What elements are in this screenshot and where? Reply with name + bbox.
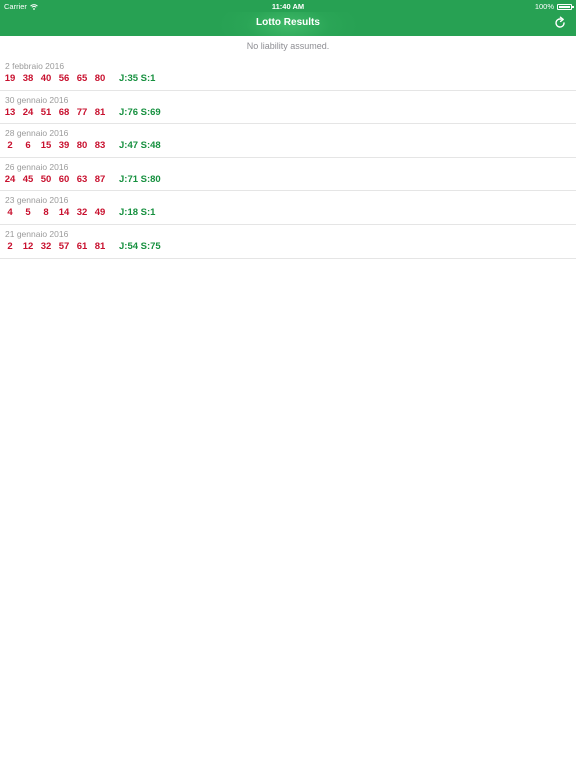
jolly-superstar: J:35 S:1: [119, 73, 156, 84]
draw-date: 26 gennaio 2016: [5, 161, 69, 172]
refresh-button[interactable]: [553, 16, 567, 30]
drawn-number: 49: [94, 207, 106, 219]
nav-bar: Lotto Results: [0, 12, 576, 36]
drawn-number: 32: [76, 207, 88, 219]
drawn-number: 45: [22, 173, 34, 185]
result-row[interactable]: 30 gennaio 2016 13 24 51 68 77 81 J:76 S:69: [0, 91, 576, 125]
drawn-number: 24: [22, 106, 34, 118]
drawn-number: 4: [7, 207, 13, 219]
result-row[interactable]: 23 gennaio 2016 4 5 8 14 32 49 J:18 S:1: [0, 191, 576, 225]
battery-label: 100%: [534, 2, 554, 11]
result-row[interactable]: 28 gennaio 2016 2 6 15 39 80 83 J:47 S:48: [0, 124, 576, 158]
result-row[interactable]: 21 gennaio 2016 2 12 32 57 61 81 J:54 S:75: [0, 225, 576, 259]
drawn-number: 83: [94, 140, 106, 152]
draw-date: 30 gennaio 2016: [5, 94, 69, 105]
drawn-number: 61: [76, 240, 88, 252]
drawn-number: 68: [58, 106, 70, 118]
drawn-number: 13: [4, 106, 16, 118]
drawn-number: 50: [40, 173, 52, 185]
refresh-icon: [555, 16, 565, 28]
draw-date: 21 gennaio 2016: [5, 228, 69, 239]
drawn-number: 56: [58, 73, 70, 84]
battery-indicator: 100%: [534, 2, 574, 11]
jolly-superstar: J:18 S:1: [119, 207, 156, 219]
drawn-number: 40: [40, 73, 52, 84]
jolly-superstar: J:71 S:80: [119, 173, 161, 185]
drawn-number: 24: [4, 173, 16, 185]
drawn-number: 57: [58, 240, 70, 252]
drawn-number: 81: [94, 106, 106, 118]
drawn-number: 80: [94, 73, 106, 84]
drawn-number: 63: [76, 173, 88, 185]
jolly-superstar: J:76 S:69: [119, 106, 161, 118]
drawn-number: 2: [7, 140, 13, 152]
page-title: Lotto Results: [256, 17, 320, 28]
jolly-superstar: J:47 S:48: [119, 140, 161, 152]
status-bar: Carrier 11:40 AM 100%: [0, 0, 576, 12]
drawn-number: 19: [4, 73, 16, 84]
drawn-number: 2: [7, 240, 13, 252]
drawn-number: 8: [43, 207, 49, 219]
drawn-number: 39: [58, 140, 70, 152]
results-list: 2 febbraio 2016 19 38 40 56 65 80 J:35 S:1 30 ge…: [0, 57, 576, 259]
draw-date: 23 gennaio 2016: [5, 195, 69, 206]
battery-icon: [557, 3, 574, 10]
drawn-number: 12: [22, 240, 34, 252]
drawn-number: 6: [25, 140, 31, 152]
drawn-number: 5: [25, 207, 31, 219]
drawn-number: 38: [22, 73, 34, 84]
drawn-number: 51: [40, 106, 52, 118]
drawn-number: 15: [40, 140, 52, 152]
draw-date: 2 febbraio 2016: [5, 61, 65, 71]
result-row[interactable]: 2 febbraio 2016 19 38 40 56 65 80 J:35 S:1: [0, 57, 576, 91]
result-row[interactable]: 26 gennaio 2016 24 45 50 60 63 87 J:71 S:80: [0, 158, 576, 192]
drawn-number: 81: [94, 240, 106, 252]
drawn-number: 32: [40, 240, 52, 252]
drawn-number: 77: [76, 106, 88, 118]
drawn-number: 87: [94, 173, 106, 185]
jolly-superstar: J:54 S:75: [119, 240, 161, 252]
disclaimer: No liability assumed.: [246, 41, 330, 51]
drawn-number: 60: [58, 173, 70, 185]
drawn-number: 14: [58, 207, 70, 219]
status-time: 11:40 AM: [271, 2, 305, 11]
drawn-number: 65: [76, 73, 88, 84]
draw-date: 28 gennaio 2016: [5, 128, 69, 139]
drawn-number: 80: [76, 140, 88, 152]
